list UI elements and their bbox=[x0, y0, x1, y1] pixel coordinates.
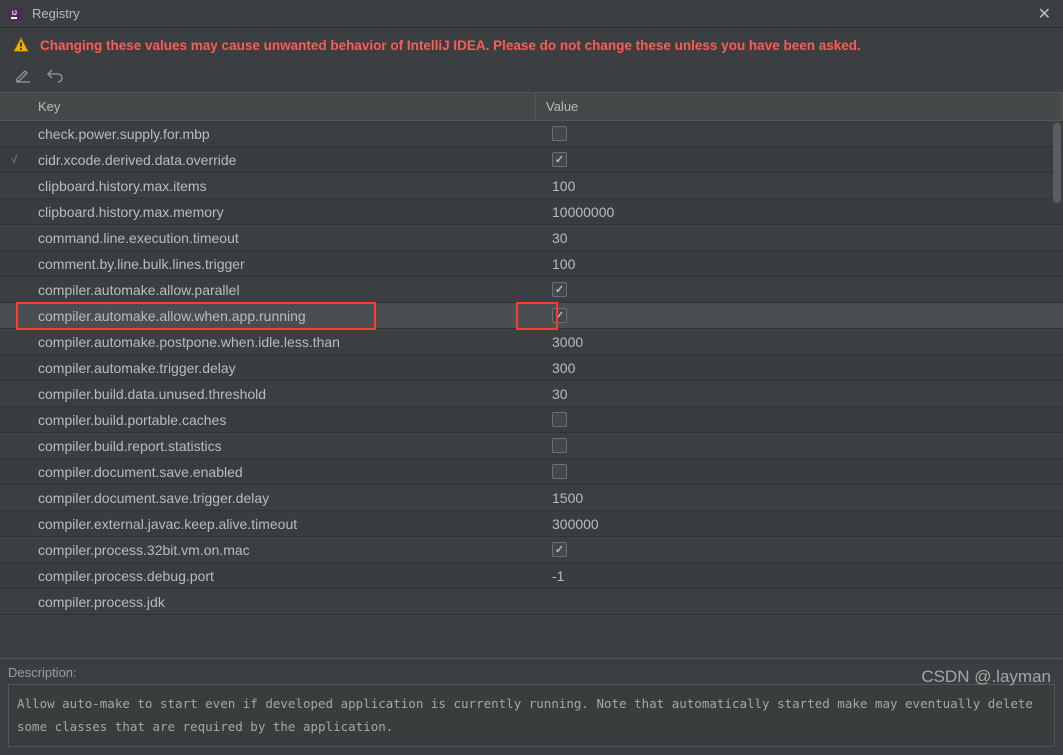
table-row[interactable]: clipboard.history.max.memory10000000 bbox=[0, 199, 1063, 225]
checkbox[interactable] bbox=[552, 308, 567, 323]
table-row[interactable]: compiler.automake.postpone.when.idle.les… bbox=[0, 329, 1063, 355]
registry-key: compiler.external.javac.keep.alive.timeo… bbox=[28, 516, 536, 532]
table-row[interactable]: compiler.process.debug.port-1 bbox=[0, 563, 1063, 589]
registry-key: compiler.process.debug.port bbox=[28, 568, 536, 584]
registry-value[interactable] bbox=[536, 308, 1063, 323]
column-header-value[interactable]: Value bbox=[536, 93, 1063, 120]
registry-value[interactable]: 100 bbox=[536, 178, 1063, 194]
warning-text: Changing these values may cause unwanted… bbox=[40, 38, 861, 53]
registry-key: clipboard.history.max.memory bbox=[28, 204, 536, 220]
registry-key: compiler.build.data.unused.threshold bbox=[28, 386, 536, 402]
registry-key: compiler.document.save.enabled bbox=[28, 464, 536, 480]
registry-key: compiler.build.report.statistics bbox=[28, 438, 536, 454]
registry-value[interactable]: 1500 bbox=[536, 490, 1063, 506]
registry-value[interactable]: -1 bbox=[536, 568, 1063, 584]
registry-value[interactable]: 300 bbox=[536, 360, 1063, 376]
checkbox[interactable] bbox=[552, 464, 567, 479]
table-row[interactable]: clipboard.history.max.items100 bbox=[0, 173, 1063, 199]
table-row[interactable]: compiler.document.save.trigger.delay1500 bbox=[0, 485, 1063, 511]
table-row[interactable]: compiler.external.javac.keep.alive.timeo… bbox=[0, 511, 1063, 537]
checkbox[interactable] bbox=[552, 152, 567, 167]
registry-value[interactable] bbox=[536, 126, 1063, 141]
registry-value[interactable] bbox=[536, 438, 1063, 453]
registry-key: cidr.xcode.derived.data.override bbox=[28, 152, 536, 168]
registry-value[interactable] bbox=[536, 542, 1063, 557]
registry-key: compiler.build.portable.caches bbox=[28, 412, 536, 428]
description-label: Description: bbox=[8, 665, 1055, 680]
svg-text:IJ: IJ bbox=[12, 11, 17, 17]
registry-value[interactable] bbox=[536, 464, 1063, 479]
registry-key: command.line.execution.timeout bbox=[28, 230, 536, 246]
registry-value[interactable]: 300000 bbox=[536, 516, 1063, 532]
table-row[interactable]: compiler.build.portable.caches bbox=[0, 407, 1063, 433]
watermark: CSDN @.layman bbox=[921, 667, 1051, 687]
registry-key: compiler.automake.trigger.delay bbox=[28, 360, 536, 376]
table-row[interactable]: compiler.automake.allow.parallel bbox=[0, 277, 1063, 303]
table-row[interactable]: compiler.build.data.unused.threshold30 bbox=[0, 381, 1063, 407]
column-header-key[interactable]: Key bbox=[0, 93, 536, 120]
registry-value[interactable]: 100 bbox=[536, 256, 1063, 272]
close-icon[interactable]: ✕ bbox=[1034, 4, 1055, 24]
app-icon: IJ bbox=[8, 6, 24, 22]
edit-icon[interactable] bbox=[14, 66, 32, 84]
table-row[interactable]: compiler.document.save.enabled bbox=[0, 459, 1063, 485]
table-row[interactable]: compiler.automake.allow.when.app.running bbox=[0, 303, 1063, 329]
checkbox[interactable] bbox=[552, 412, 567, 427]
description-text: Allow auto-make to start even if develop… bbox=[8, 684, 1055, 747]
revert-icon[interactable] bbox=[46, 66, 64, 84]
table-row[interactable]: compiler.build.report.statistics bbox=[0, 433, 1063, 459]
warning-icon bbox=[12, 36, 30, 54]
registry-value[interactable]: 30 bbox=[536, 386, 1063, 402]
table-row[interactable]: command.line.execution.timeout30 bbox=[0, 225, 1063, 251]
registry-key: compiler.automake.postpone.when.idle.les… bbox=[28, 334, 536, 350]
registry-table: Key Value check.power.supply.for.mbp√cid… bbox=[0, 92, 1063, 658]
checkbox[interactable] bbox=[552, 282, 567, 297]
table-body[interactable]: check.power.supply.for.mbp√cidr.xcode.de… bbox=[0, 121, 1063, 615]
registry-key: check.power.supply.for.mbp bbox=[28, 126, 536, 142]
checkbox[interactable] bbox=[552, 126, 567, 141]
registry-value[interactable] bbox=[536, 282, 1063, 297]
table-header: Key Value bbox=[0, 93, 1063, 121]
registry-key: compiler.process.jdk bbox=[28, 594, 536, 610]
table-row[interactable]: compiler.automake.trigger.delay300 bbox=[0, 355, 1063, 381]
scrollbar-thumb[interactable] bbox=[1053, 123, 1061, 203]
modified-marker: √ bbox=[0, 154, 28, 166]
registry-value[interactable]: 30 bbox=[536, 230, 1063, 246]
footer: Description: Allow auto-make to start ev… bbox=[0, 658, 1063, 755]
toolbar bbox=[0, 62, 1063, 92]
window-title: Registry bbox=[32, 6, 80, 21]
registry-value[interactable]: 3000 bbox=[536, 334, 1063, 350]
registry-key: compiler.process.32bit.vm.on.mac bbox=[28, 542, 536, 558]
registry-key: compiler.automake.allow.parallel bbox=[28, 282, 536, 298]
checkbox[interactable] bbox=[552, 542, 567, 557]
titlebar: IJ Registry ✕ bbox=[0, 0, 1063, 28]
registry-key: compiler.document.save.trigger.delay bbox=[28, 490, 536, 506]
warning-bar: Changing these values may cause unwanted… bbox=[0, 28, 1063, 62]
table-row[interactable]: compiler.process.jdk bbox=[0, 589, 1063, 615]
checkbox[interactable] bbox=[552, 438, 567, 453]
table-row[interactable]: compiler.process.32bit.vm.on.mac bbox=[0, 537, 1063, 563]
table-row[interactable]: check.power.supply.for.mbp bbox=[0, 121, 1063, 147]
registry-key: comment.by.line.bulk.lines.trigger bbox=[28, 256, 536, 272]
registry-value[interactable] bbox=[536, 412, 1063, 427]
table-row[interactable]: comment.by.line.bulk.lines.trigger100 bbox=[0, 251, 1063, 277]
registry-value[interactable] bbox=[536, 152, 1063, 167]
table-row[interactable]: √cidr.xcode.derived.data.override bbox=[0, 147, 1063, 173]
registry-key: compiler.automake.allow.when.app.running bbox=[28, 308, 536, 324]
registry-key: clipboard.history.max.items bbox=[28, 178, 536, 194]
registry-value[interactable]: 10000000 bbox=[536, 204, 1063, 220]
